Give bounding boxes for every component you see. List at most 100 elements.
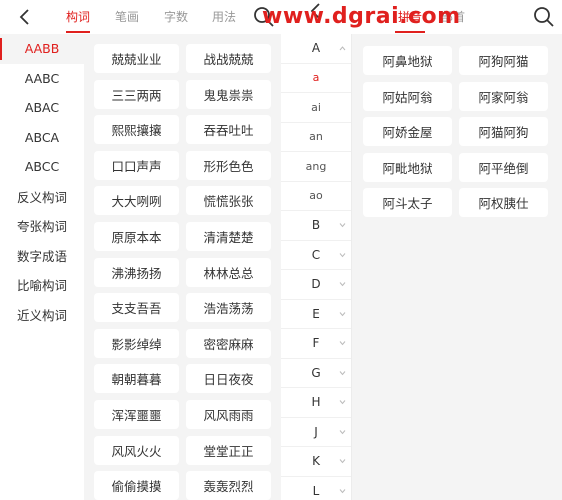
pinyin-idiom-item[interactable]: 阿猫阿狗 — [459, 117, 548, 147]
pinyin-syllable-item[interactable]: a — [281, 64, 351, 93]
pinyin-syllable-item[interactable]: an — [281, 123, 351, 152]
idiom-item[interactable]: 支支吾吾 — [94, 293, 179, 323]
pinyin-letter-item[interactable]: F — [281, 329, 351, 359]
idiom-item[interactable]: 熙熙攘攘 — [94, 115, 179, 145]
idiom-item[interactable]: 口口声声 — [94, 150, 179, 180]
chevron-down-icon — [339, 311, 346, 316]
right-screen: 拼音 部首 Aa ai an ang ao B C D E F G H J K L 阿鼻地狱 阿狗阿猫 阿姑阿翁… — [281, 0, 562, 500]
pinyin-label: ai — [311, 100, 321, 114]
category-item[interactable]: 反义构词 — [0, 182, 84, 212]
idiom-item[interactable]: 慌慌张张 — [186, 186, 271, 216]
idiom-item[interactable]: 风风火火 — [94, 435, 179, 465]
tab-usage[interactable]: 用法 — [212, 9, 236, 25]
pinyin-letter-item[interactable]: A — [281, 34, 351, 64]
chevron-down-icon — [339, 400, 346, 405]
idiom-item[interactable]: 战战兢兢 — [186, 44, 271, 73]
pinyin-label: J — [314, 424, 318, 439]
pinyin-letter-item[interactable]: H — [281, 388, 351, 418]
pinyin-label: E — [312, 306, 320, 321]
chevron-down-icon — [339, 429, 346, 434]
chevron-down-icon — [339, 341, 346, 346]
pinyin-label: H — [311, 395, 321, 410]
pinyin-idiom-item[interactable]: 阿家阿翁 — [459, 81, 548, 111]
pinyin-label: C — [311, 247, 321, 262]
tab-char-count[interactable]: 字数 — [164, 9, 188, 25]
pinyin-idiom-item[interactable]: 阿斗太子 — [363, 188, 452, 218]
chevron-up-icon — [339, 46, 346, 51]
chevron-down-icon — [339, 488, 346, 493]
pinyin-idiom-item[interactable]: 阿娇金屋 — [363, 117, 452, 147]
pinyin-idiom-item[interactable]: 阿平绝倒 — [459, 152, 548, 182]
idiom-item[interactable]: 风风雨雨 — [186, 400, 271, 429]
chevron-down-icon — [339, 370, 346, 375]
category-item[interactable]: 近义构词 — [0, 300, 84, 330]
pinyin-idiom-item[interactable]: 阿毗地狱 — [363, 152, 452, 182]
idiom-item[interactable]: 三三两两 — [94, 79, 179, 109]
idiom-item[interactable]: 大大咧咧 — [94, 186, 179, 216]
idiom-item[interactable]: 浑浑噩噩 — [94, 400, 179, 429]
category-item[interactable]: 比喻构词 — [0, 270, 84, 300]
idiom-item[interactable]: 林林总总 — [186, 257, 271, 287]
tab-strokes[interactable]: 笔画 — [115, 9, 139, 25]
idiom-item[interactable]: 原原本本 — [94, 222, 179, 251]
category-item[interactable]: AABB — [0, 34, 84, 64]
category-item[interactable]: 夸张构词 — [0, 211, 84, 241]
idiom-item[interactable]: 兢兢业业 — [94, 44, 179, 73]
tab-structure[interactable]: 构词 — [66, 9, 90, 25]
idiom-item[interactable]: 鬼鬼祟祟 — [186, 79, 271, 109]
idiom-item[interactable]: 浩浩荡荡 — [186, 293, 271, 323]
pinyin-idiom-item[interactable]: 阿权胰仕 — [459, 188, 548, 218]
left-screen: 构词 笔画 字数 用法 AABB AABC ABAC ABCA ABCC 反义构词 夸张构词… — [0, 0, 281, 500]
pinyin-syllable-item[interactable]: ang — [281, 152, 351, 182]
search-icon[interactable] — [532, 5, 556, 29]
category-item[interactable]: ABCC — [0, 152, 84, 182]
watermark: www.dgrai.com — [262, 4, 461, 29]
pinyin-label: K — [312, 454, 320, 469]
idiom-item[interactable]: 影影绰绰 — [94, 328, 179, 358]
idiom-item[interactable]: 偷偷摸摸 — [94, 471, 179, 500]
pinyin-idiom-item[interactable]: 阿鼻地狱 — [363, 46, 452, 75]
pinyin-letter-item[interactable]: G — [281, 359, 351, 388]
pinyin-letter-item[interactable]: D — [281, 270, 351, 300]
chevron-down-icon — [339, 282, 346, 287]
pinyin-letter-item[interactable]: J — [281, 418, 351, 447]
idiom-item[interactable]: 日日夜夜 — [186, 364, 271, 394]
pinyin-letter-item[interactable]: K — [281, 447, 351, 477]
pinyin-letter-item[interactable]: C — [281, 241, 351, 270]
category-item[interactable]: 数字成语 — [0, 241, 84, 271]
idiom-item[interactable]: 清清楚楚 — [186, 222, 271, 251]
pinyin-idiom-item[interactable]: 阿狗阿猫 — [459, 46, 548, 75]
idiom-item[interactable]: 密密麻麻 — [186, 328, 271, 358]
chevron-down-icon — [339, 459, 346, 464]
chevron-down-icon — [339, 223, 346, 228]
active-tab-underline — [66, 31, 90, 33]
pinyin-letter-item[interactable]: B — [281, 211, 351, 241]
pinyin-label: ao — [309, 189, 323, 203]
category-item[interactable]: ABCA — [0, 123, 84, 153]
pinyin-label: F — [312, 336, 320, 351]
back-arrow-icon[interactable] — [16, 8, 34, 26]
idiom-item[interactable]: 轰轰烈烈 — [186, 471, 271, 500]
idiom-item[interactable]: 形形色色 — [186, 150, 271, 180]
idiom-item[interactable]: 吞吞吐吐 — [186, 115, 271, 145]
pinyin-label: ang — [305, 159, 327, 173]
pinyin-letter-item[interactable]: E — [281, 300, 351, 329]
active-tab-underline — [395, 31, 425, 33]
category-item[interactable]: ABAC — [0, 93, 84, 123]
pinyin-idiom-item[interactable]: 阿姑阿翁 — [363, 81, 452, 111]
pinyin-label: a — [312, 71, 320, 85]
pinyin-label: an — [309, 130, 323, 144]
idiom-item[interactable]: 沸沸扬扬 — [94, 257, 179, 287]
idiom-item[interactable]: 堂堂正正 — [186, 435, 271, 465]
pinyin-syllable-item[interactable]: ai — [281, 93, 351, 123]
pinyin-syllable-item[interactable]: ao — [281, 182, 351, 211]
category-list: AABB AABC ABAC ABCA ABCC 反义构词 夸张构词 数字成语 比喻构词 近义构词 — [0, 34, 84, 500]
pinyin-label: D — [311, 277, 321, 292]
category-item[interactable]: AABC — [0, 64, 84, 94]
idiom-item[interactable]: 朝朝暮暮 — [94, 364, 179, 394]
pinyin-label: L — [312, 483, 320, 498]
top-bar: 构词 笔画 字数 用法 — [0, 0, 281, 34]
chevron-down-icon — [339, 252, 346, 257]
pinyin-letter-item[interactable]: L — [281, 477, 351, 500]
pinyin-index: Aa ai an ang ao B C D E F G H J K L — [281, 34, 352, 500]
